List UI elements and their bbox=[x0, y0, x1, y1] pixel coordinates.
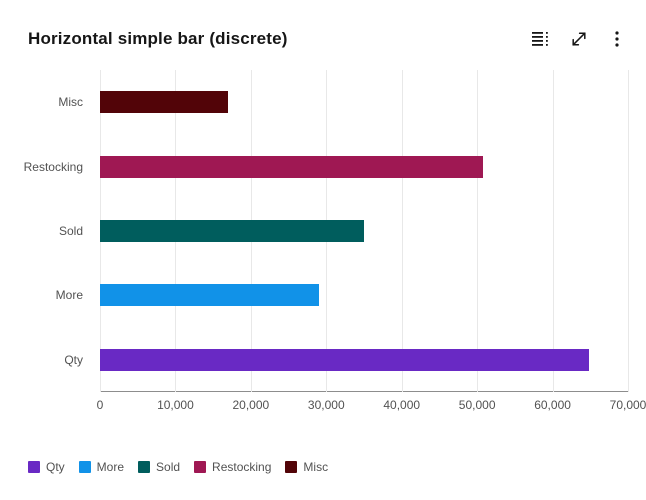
chart-header: Horizontal simple bar (discrete) bbox=[0, 24, 646, 54]
expand-icon[interactable] bbox=[568, 28, 590, 50]
legend-swatch bbox=[78, 461, 91, 473]
y-axis-tick-restocking: Restocking bbox=[23, 159, 83, 174]
chart-panel: Horizontal simple bar (discrete) Misc Re… bbox=[0, 0, 646, 500]
bars-layer bbox=[100, 70, 628, 392]
bar-qty[interactable] bbox=[100, 348, 589, 371]
inspect-icon[interactable] bbox=[530, 28, 552, 50]
x-axis-tick: 20,000 bbox=[232, 398, 270, 412]
x-axis-tick: 40,000 bbox=[383, 398, 421, 412]
gridline bbox=[628, 70, 629, 392]
chart-legend: Qty More Sold Restocking Misc bbox=[28, 460, 328, 474]
overflow-menu-icon[interactable] bbox=[606, 28, 628, 50]
y-axis-labels: Misc Restocking Sold More Qty bbox=[0, 70, 92, 392]
legend-item-misc[interactable]: Misc bbox=[285, 460, 328, 474]
x-axis-tick: 0 bbox=[96, 398, 104, 412]
page-title: Horizontal simple bar (discrete) bbox=[28, 29, 288, 48]
legend-label: Sold bbox=[156, 460, 181, 474]
legend-swatch bbox=[28, 461, 40, 473]
legend-item-restocking[interactable]: Restocking bbox=[194, 460, 271, 474]
legend-swatch bbox=[138, 461, 151, 473]
legend-item-sold[interactable]: Sold bbox=[138, 460, 180, 474]
y-axis-tick-more: More bbox=[55, 288, 83, 303]
legend-label: Misc bbox=[303, 460, 329, 474]
legend-swatch bbox=[285, 461, 298, 473]
x-axis-tick: 60,000 bbox=[534, 398, 571, 412]
x-axis-tick: 50,000 bbox=[458, 398, 496, 412]
legend-item-qty[interactable]: Qty bbox=[28, 460, 65, 474]
y-axis-tick-misc: Misc bbox=[58, 95, 83, 110]
legend-label: Restocking bbox=[212, 460, 272, 474]
bar-sold[interactable] bbox=[100, 219, 364, 242]
legend-item-more[interactable]: More bbox=[78, 460, 125, 474]
legend-label: More bbox=[96, 460, 125, 474]
bar-row bbox=[100, 70, 628, 134]
legend-label: Qty bbox=[46, 460, 65, 474]
bar-row bbox=[100, 263, 628, 327]
y-axis-tick-sold: Sold bbox=[58, 223, 83, 238]
x-axis-tick: 70,000 bbox=[609, 398, 646, 412]
x-axis-tick: 30,000 bbox=[307, 398, 345, 412]
bar-row bbox=[100, 134, 628, 198]
x-axis-labels: 0 10,000 20,000 30,000 40,000 50,000 60,000 70,… bbox=[96, 398, 646, 416]
bar-misc[interactable] bbox=[100, 91, 229, 114]
x-axis-tick: 10,000 bbox=[157, 398, 194, 412]
plot-area bbox=[100, 70, 629, 392]
y-axis-tick-qty: Qty bbox=[64, 352, 83, 367]
bar-row bbox=[100, 328, 628, 392]
bar-row bbox=[100, 199, 628, 263]
legend-swatch bbox=[194, 461, 207, 473]
header-actions bbox=[530, 28, 628, 50]
bar-more[interactable] bbox=[100, 284, 319, 307]
bar-restocking[interactable] bbox=[100, 155, 484, 178]
